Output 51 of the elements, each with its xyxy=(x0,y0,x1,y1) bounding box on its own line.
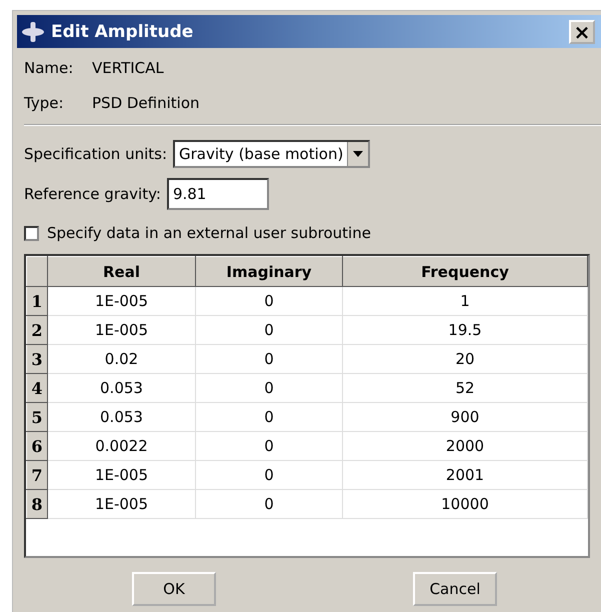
table-cell[interactable]: 0 xyxy=(196,374,342,402)
column-header[interactable]: Imaginary xyxy=(196,256,342,286)
app-icon xyxy=(21,20,45,42)
row-number[interactable]: 5 xyxy=(26,402,48,432)
table-cell[interactable]: 0.0022 xyxy=(48,432,196,460)
units-dropdown[interactable]: Gravity (base motion) xyxy=(173,140,370,168)
table-cell[interactable]: 1E-005 xyxy=(48,286,196,316)
table-cell[interactable]: 19.5 xyxy=(342,316,588,344)
row-number[interactable]: 8 xyxy=(26,490,48,518)
row-number[interactable]: 1 xyxy=(26,286,48,316)
table-cell[interactable]: 1E-005 xyxy=(48,490,196,518)
table-cell[interactable]: 1E-005 xyxy=(48,460,196,490)
gravity-field[interactable]: 9.81 xyxy=(166,178,269,210)
table-cell[interactable]: 0 xyxy=(196,490,342,518)
table-cell[interactable]: 0 xyxy=(196,460,342,490)
table-cell[interactable]: 0 xyxy=(196,432,342,460)
table-cell[interactable]: 2000 xyxy=(342,432,588,460)
table-cell[interactable]: 0 xyxy=(196,344,342,374)
column-header[interactable]: Real xyxy=(48,256,196,286)
table-cell[interactable]: 20 xyxy=(342,344,588,374)
checkbox-label: Specify data in an external user subroutine xyxy=(47,224,371,242)
table-cell[interactable]: 0 xyxy=(196,402,342,432)
row-number[interactable]: 4 xyxy=(26,374,48,402)
name-value: VERTICAL xyxy=(92,58,164,76)
table-cell[interactable]: 0 xyxy=(196,316,342,344)
table-cell[interactable]: 0.053 xyxy=(48,402,196,432)
table-cell[interactable]: 10000 xyxy=(342,490,588,518)
cancel-button[interactable]: Cancel xyxy=(413,572,497,606)
column-header[interactable]: Frequency xyxy=(342,256,588,286)
window-title: Edit Amplitude xyxy=(51,22,194,42)
units-label: Specification units: xyxy=(24,145,168,163)
table-cell[interactable]: 0 xyxy=(196,286,342,316)
gravity-label: Reference gravity: xyxy=(24,185,161,203)
row-number[interactable]: 3 xyxy=(26,344,48,374)
table-cell[interactable]: 1E-005 xyxy=(48,316,196,344)
ok-button[interactable]: OK xyxy=(132,572,216,606)
table-cell[interactable]: 0.02 xyxy=(48,344,196,374)
row-number[interactable]: 7 xyxy=(26,460,48,490)
table-cell[interactable]: 1 xyxy=(342,286,588,316)
table-cell[interactable]: 2001 xyxy=(342,460,588,490)
table-cell[interactable]: 52 xyxy=(342,374,588,402)
checkbox[interactable] xyxy=(24,226,39,240)
dropdown-arrow-icon xyxy=(353,151,364,157)
table-cell[interactable]: 900 xyxy=(342,402,588,432)
type-label: Type: xyxy=(24,94,65,112)
close-button[interactable]: × xyxy=(569,20,595,44)
name-label: Name: xyxy=(24,58,74,76)
row-number[interactable]: 2 xyxy=(26,316,48,344)
type-value: PSD Definition xyxy=(92,94,200,112)
row-number[interactable]: 6 xyxy=(26,432,48,460)
table-cell[interactable]: 0.053 xyxy=(48,374,196,402)
